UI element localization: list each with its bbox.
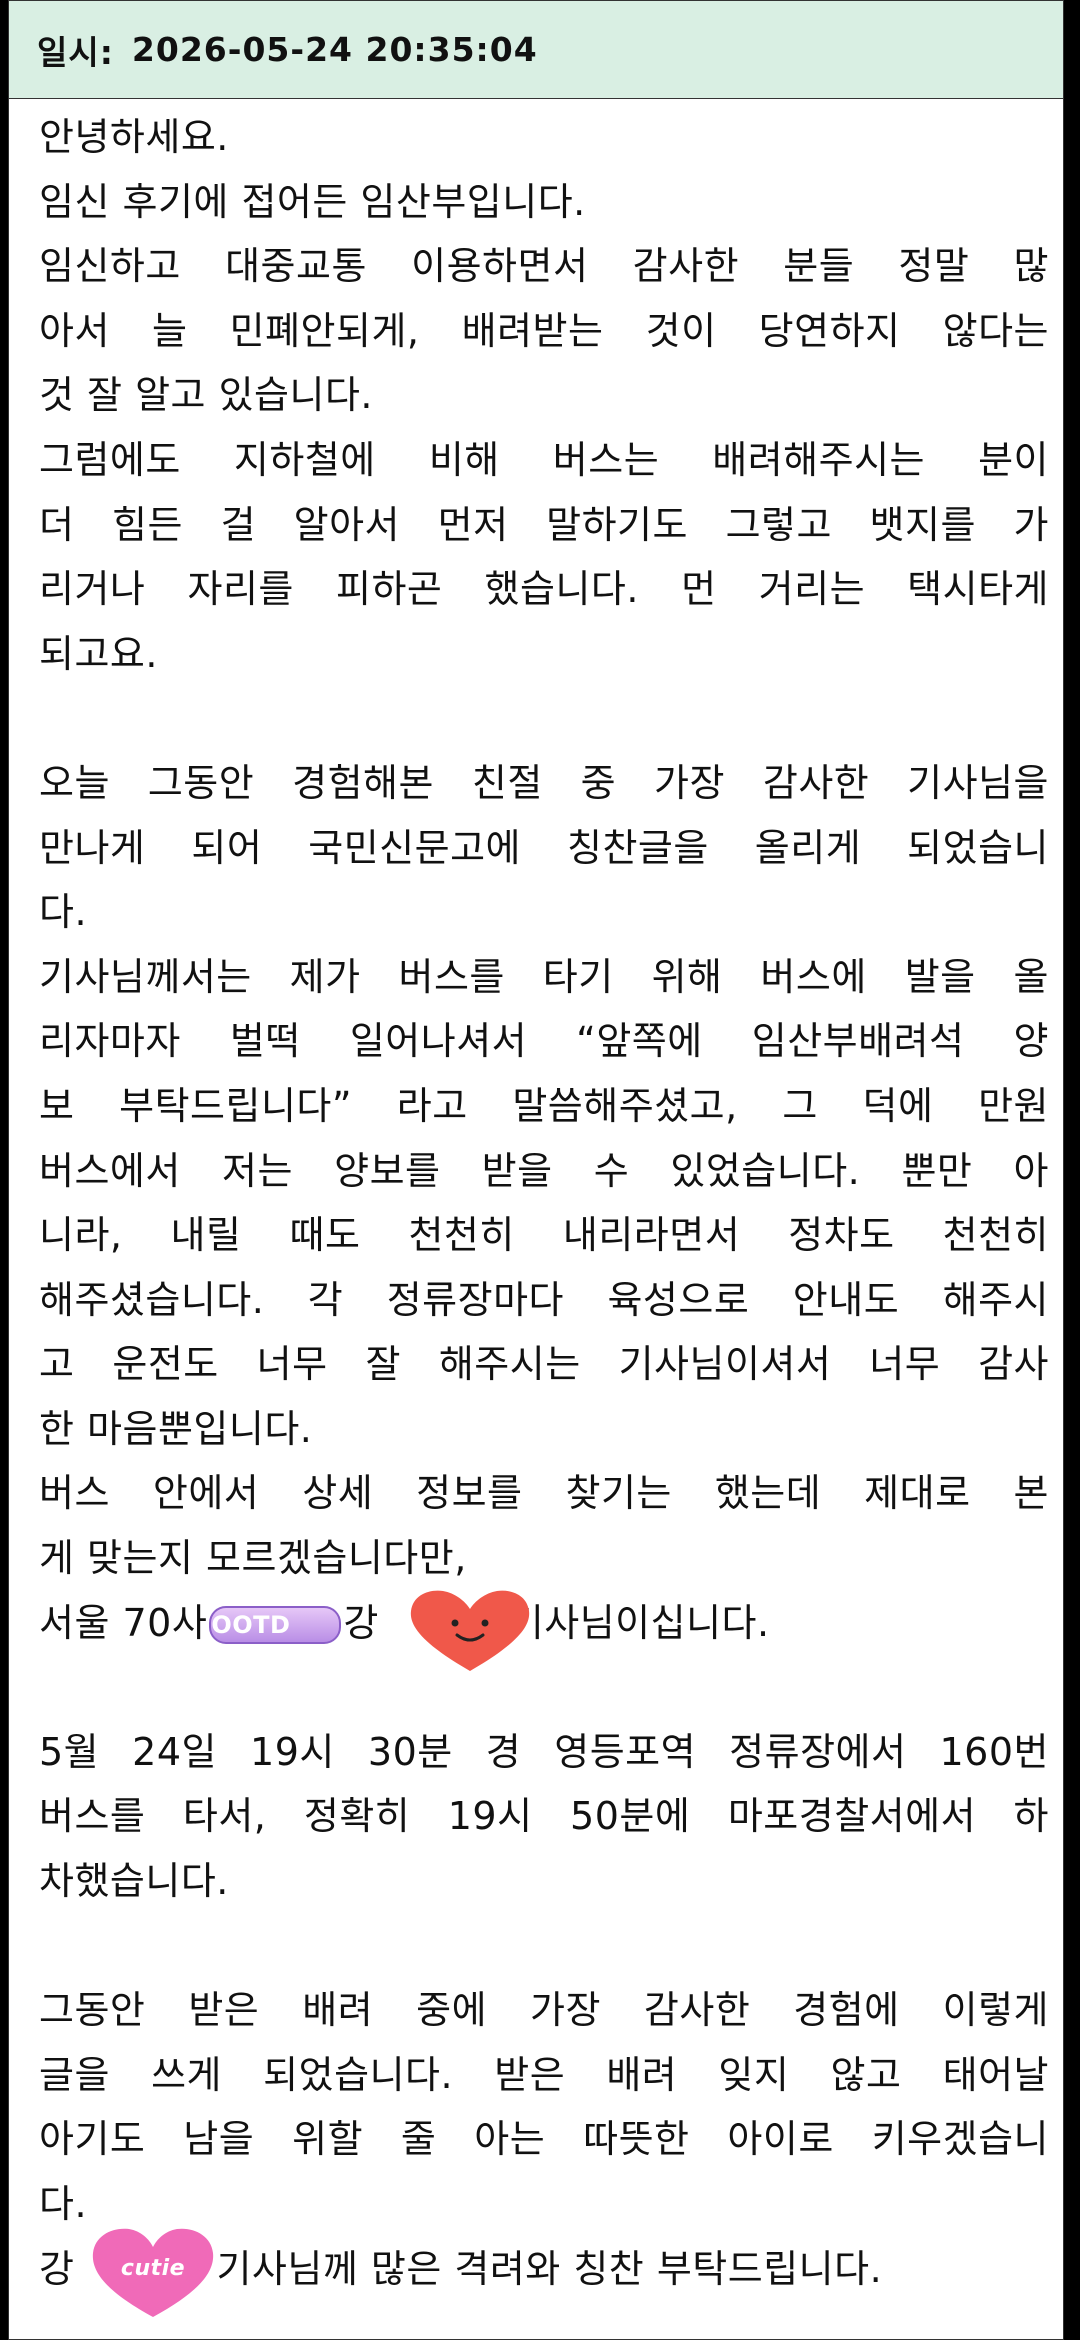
text-line: 5월 24일 19시 30분 경 영등포역 정류장에서 160번 [39, 1729, 1049, 1774]
bus-plate-prefix: 서울 70사 [39, 1600, 208, 1645]
text-line: 한 마음뿐입니다. [39, 1406, 313, 1451]
text-line: 더 힘든 걸 알아서 먼저 말하기도 그렇고 뱃지를 가 [39, 502, 1049, 547]
date-label: 일시: [37, 32, 114, 72]
text-line: 버스에서 저는 양보를 받을 수 있었습니다. 뿐만 아 [39, 1148, 1049, 1193]
text-line: 차했습니다. [39, 1859, 229, 1904]
text-line: 것 잘 알고 있습니다. [39, 373, 373, 418]
text-line: 게 맞는지 모르겠습니다만, [39, 1536, 467, 1581]
text-line: 보 부탁드립니다” 라고 말씀해주셨고, 그 덕에 만원 [39, 1083, 1049, 1128]
bus-plate-line: 서울 70사 OOTD 강 기사님이십니다. [39, 1590, 1049, 1671]
text-line: 리거나 자리를 피하곤 했습니다. 먼 거리는 택시타게 [39, 567, 1049, 612]
bus-line-suffix: 기사님이십니다. [508, 1600, 770, 1645]
text-line: 해주셨습니다. 각 정류장마다 육성으로 안내도 해주시 [39, 1277, 1049, 1322]
text-line: 임신 후기에 접어든 임산부입니다. [39, 179, 586, 224]
cutie-heart-sticker-icon: cutie [92, 2228, 214, 2317]
heart-smile-sticker-icon [410, 1590, 530, 1671]
date-value: 2026-05-24 20:35:04 [131, 30, 538, 69]
text-line: 그동안 받은 배려 중에 가장 감사한 경험에 이렇게 [39, 1988, 1049, 2033]
text-line: 아서 늘 민폐안되게, 배려받는 것이 당연하지 않다는 [39, 308, 1049, 353]
closing-prefix: 강 [39, 2246, 75, 2291]
text-line: 안녕하세요. [39, 115, 229, 159]
text-line: 니라, 내릴 때도 천천히 내리라면서 정차도 천천히 [39, 1213, 1049, 1258]
text-line: 리자마자 벌떡 일어나셔서 “앞쪽에 임산부배려석 양 [39, 1019, 1049, 1064]
body-paragraphs-1: 안녕하세요. 임신 후기에 접어든 임산부입니다. 임신하고 대중교통 이용하면서 … [39, 105, 1049, 1591]
driver-name-initial: 강 [343, 1600, 379, 1645]
text-line: 버스를 타서, 정확히 19시 50분에 마포경찰서에서 하 [39, 1794, 1049, 1839]
ootd-sticker-icon: OOTD [209, 1606, 342, 1645]
date-header: 일시: 2026-05-24 20:35:04 [9, 1, 1063, 99]
document-frame: 일시: 2026-05-24 20:35:04 안녕하세요. 임신 후기에 접어든… [8, 0, 1064, 2340]
cutie-sticker-label: cutie [121, 2256, 185, 2281]
post-body: 안녕하세요. 임신 후기에 접어든 임산부입니다. 임신하고 대중교통 이용하면서 … [9, 99, 1049, 2317]
text-line: 고 운전도 너무 잘 해주시는 기사님이셔서 너무 감사 [39, 1342, 1049, 1387]
text-line: 만나게 되어 국민신문고에 칭찬글을 올리게 되었습니 [39, 825, 1049, 870]
body-paragraphs-2: 5월 24일 19시 30분 경 영등포역 정류장에서 160번버스를 타서, … [39, 1655, 1049, 2236]
text-line: 다. [39, 890, 88, 935]
text-line: 아기도 남을 위할 줄 아는 따뜻한 아이로 키우겠습니 [39, 2117, 1049, 2162]
text-line: 되고요. [39, 631, 158, 676]
closing-line: 강 기사님께 많은 격려와 칭찬 부탁드립니다. cutie [39, 2228, 1049, 2317]
text-line: 오늘 그동안 경험해본 친절 중 가장 감사한 기사님을 [39, 760, 1049, 805]
text-line: 그럼에도 지하철에 비해 버스는 배려해주시는 분이 [39, 437, 1049, 482]
text-line: 기사님께서는 제가 버스를 타기 위해 버스에 발을 올 [39, 954, 1049, 999]
text-line: 임신하고 대중교통 이용하면서 감사한 분들 정말 많 [39, 244, 1049, 289]
text-line: 버스 안에서 상세 정보를 찾기는 했는데 제대로 본 [39, 1471, 1049, 1516]
closing-suffix: 기사님께 많은 격려와 칭찬 부탁드립니다. [216, 2246, 883, 2291]
text-line: 글을 쓰게 되었습니다. 받은 배려 잊지 않고 태어날 [39, 2052, 1049, 2097]
